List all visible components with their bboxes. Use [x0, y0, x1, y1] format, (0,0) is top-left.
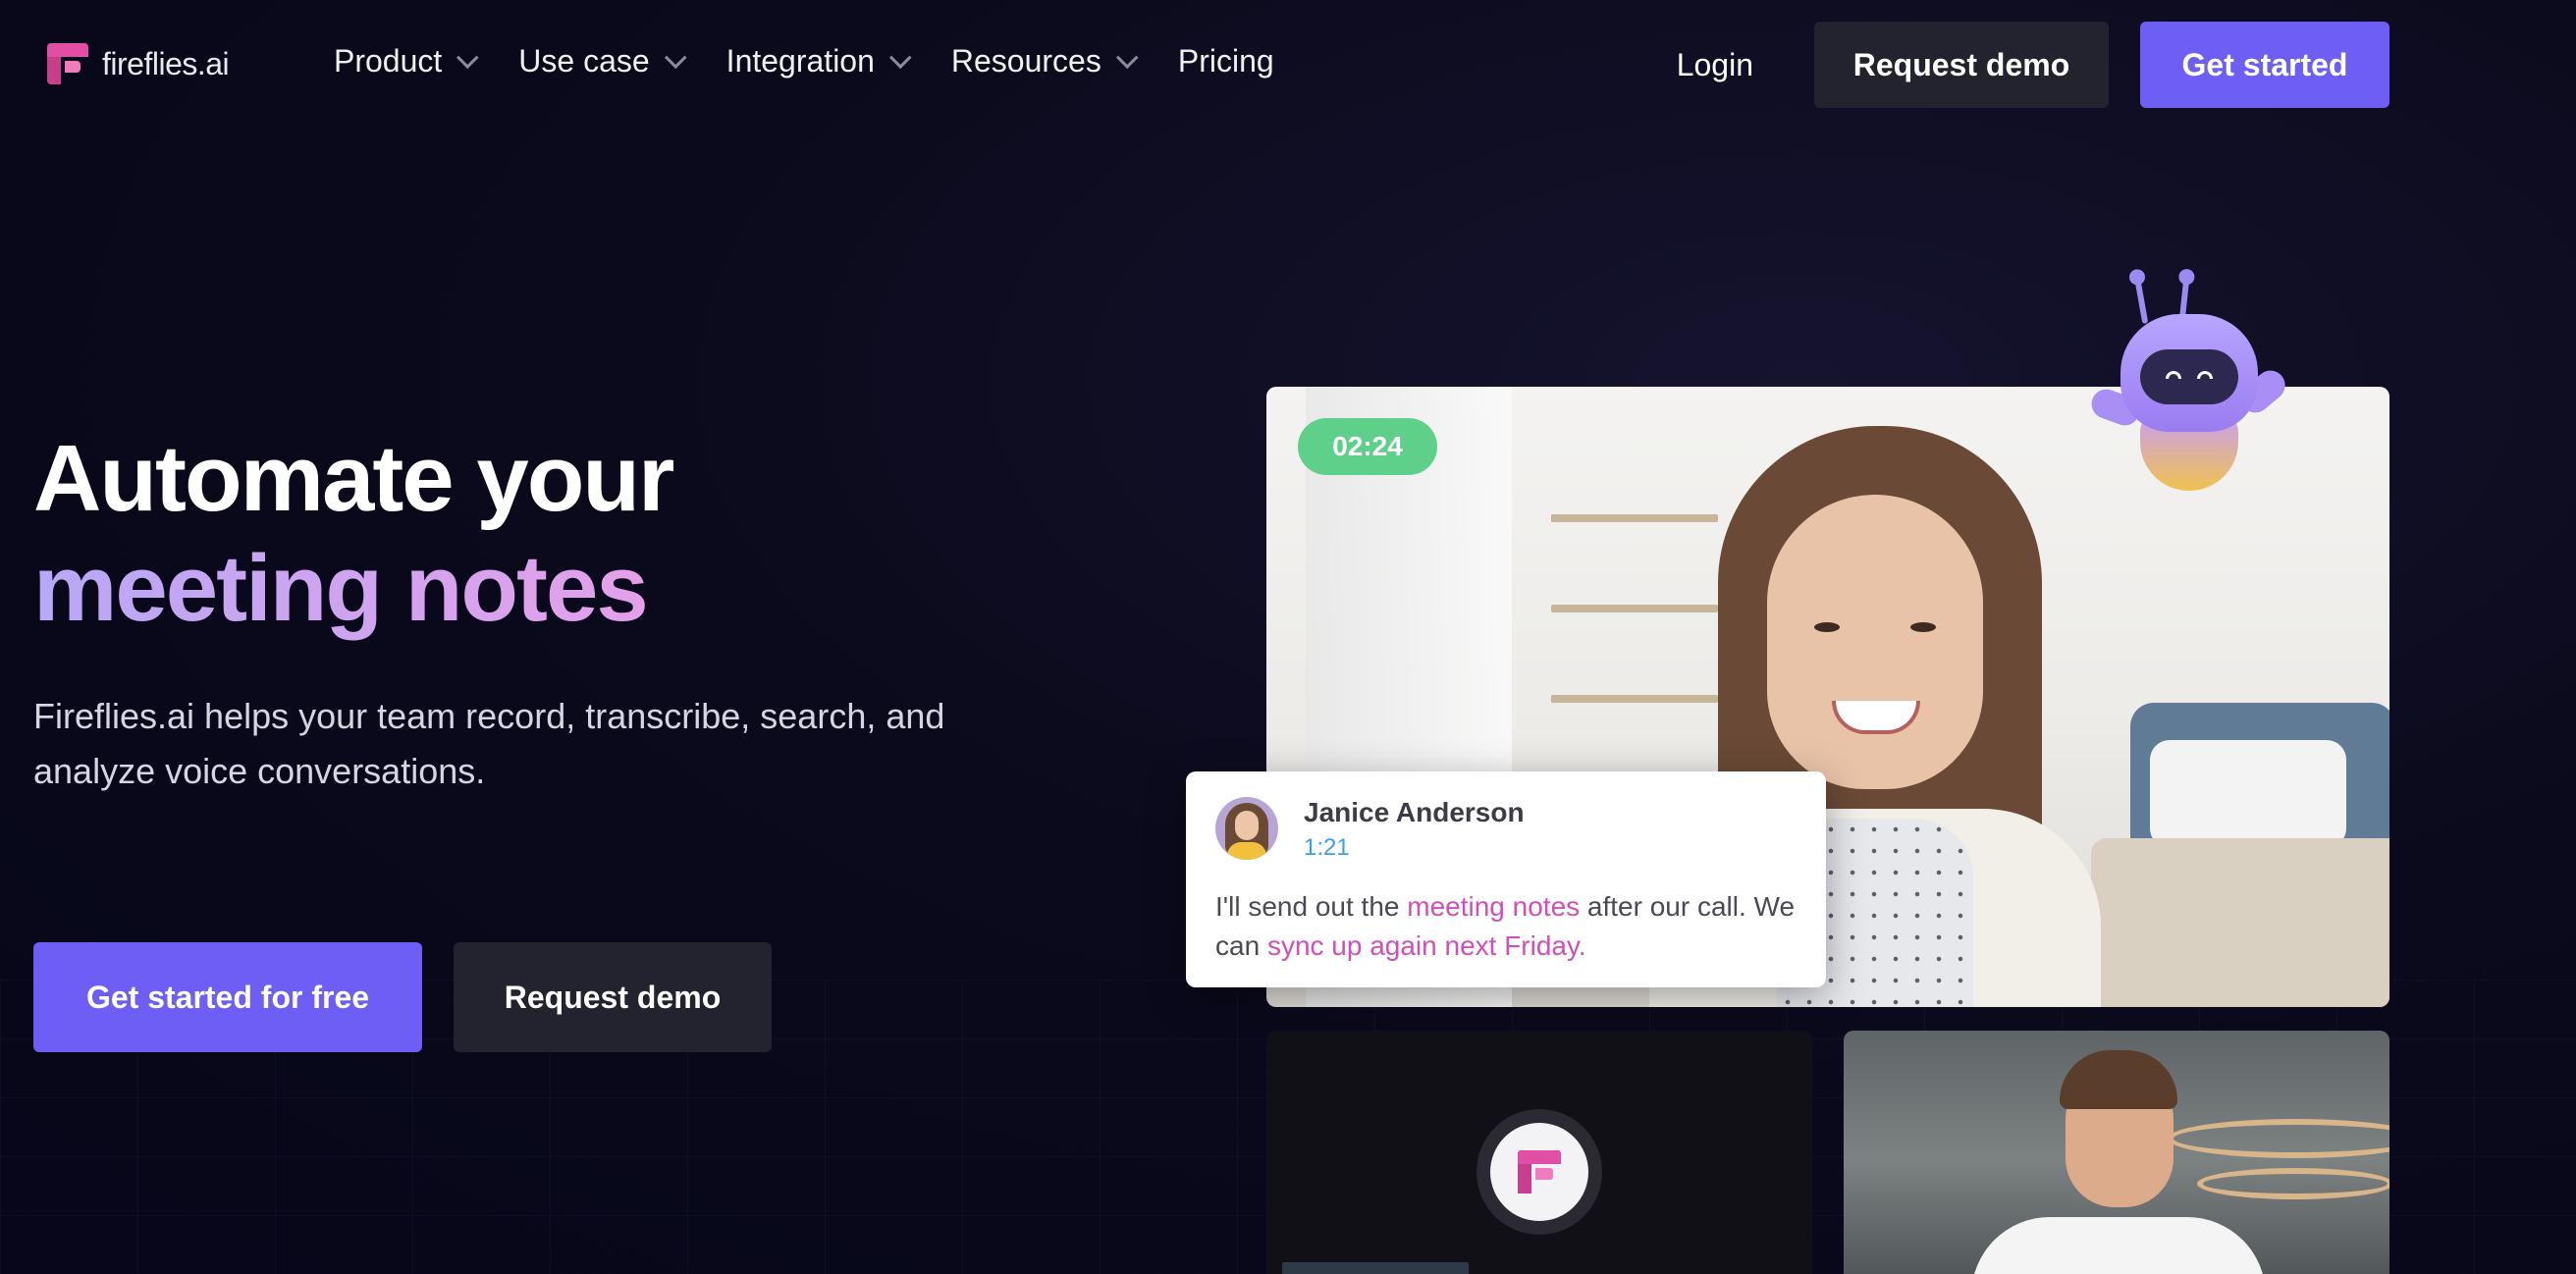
- nav-menu: Product Use case Integration Resources P…: [334, 43, 1274, 80]
- nav-item-integration[interactable]: Integration: [725, 43, 912, 80]
- hero-subtitle: Fireflies.ai helps your team record, tra…: [33, 696, 945, 791]
- chevron-down-icon: [888, 45, 912, 69]
- transcript-timestamp[interactable]: 1:21: [1304, 834, 1350, 862]
- bed: [2091, 838, 2389, 1007]
- hero-title-line1: Automate your: [33, 426, 674, 531]
- recording-timer: 02:24: [1298, 418, 1437, 475]
- nav-item-label: Resources: [950, 43, 1101, 79]
- nav-actions: Login Request demo Get started: [1647, 22, 2389, 108]
- fireflies-notetaker-tile: [1266, 1031, 1812, 1274]
- participant-name-label: [1282, 1262, 1469, 1274]
- top-navigation: fireflies.ai Product Use case Integratio…: [0, 0, 2576, 130]
- request-demo-button[interactable]: Request demo: [1814, 22, 2109, 108]
- hero-request-demo-button[interactable]: Request demo: [454, 942, 772, 1052]
- nav-item-product[interactable]: Product: [334, 43, 479, 80]
- brand-name: fireflies.ai: [102, 45, 230, 81]
- transcript-highlight: meeting notes: [1407, 891, 1581, 922]
- fireflies-logo-icon: [1490, 1123, 1588, 1221]
- chevron-down-icon: [1115, 45, 1139, 69]
- get-started-free-button[interactable]: Get started for free: [33, 942, 422, 1052]
- nav-item-use-case[interactable]: Use case: [518, 43, 687, 80]
- transcript-card: Janice Anderson 1:21 I'll send out the m…: [1186, 771, 1826, 987]
- transcript-highlight: sync up again next Friday.: [1266, 930, 1586, 961]
- chevron-down-icon: [456, 45, 479, 69]
- robot-mascot-icon: [2087, 274, 2291, 501]
- avatar: [1215, 797, 1278, 860]
- ceiling-lamp: [2168, 1119, 2389, 1158]
- fireflies-bot-avatar: [1476, 1109, 1602, 1235]
- nav-item-label: Pricing: [1177, 43, 1274, 79]
- fireflies-logo-icon: [47, 43, 88, 84]
- brand-logo[interactable]: fireflies.ai: [47, 43, 230, 84]
- nav-item-label: Use case: [518, 43, 650, 79]
- nav-item-resources[interactable]: Resources: [950, 43, 1139, 80]
- ceiling-lamp: [2197, 1168, 2389, 1199]
- transcript-text-part: I'll send out the: [1215, 891, 1408, 922]
- get-started-button[interactable]: Get started: [2140, 22, 2389, 108]
- hero-title: Automate your meeting notes: [33, 424, 674, 644]
- pillow: [2150, 740, 2346, 848]
- nav-item-label: Integration: [725, 43, 875, 79]
- nav-item-pricing[interactable]: Pricing: [1178, 43, 1274, 80]
- nav-item-label: Product: [334, 43, 443, 79]
- participant-man-tile: [1844, 1031, 2389, 1274]
- speaker-name: Janice Anderson: [1304, 797, 1525, 827]
- transcript-text: I'll send out the meeting notes after ou…: [1215, 887, 1804, 966]
- hero-title-line2: meeting notes: [33, 534, 672, 644]
- chevron-down-icon: [664, 45, 687, 69]
- login-link[interactable]: Login: [1647, 47, 1783, 83]
